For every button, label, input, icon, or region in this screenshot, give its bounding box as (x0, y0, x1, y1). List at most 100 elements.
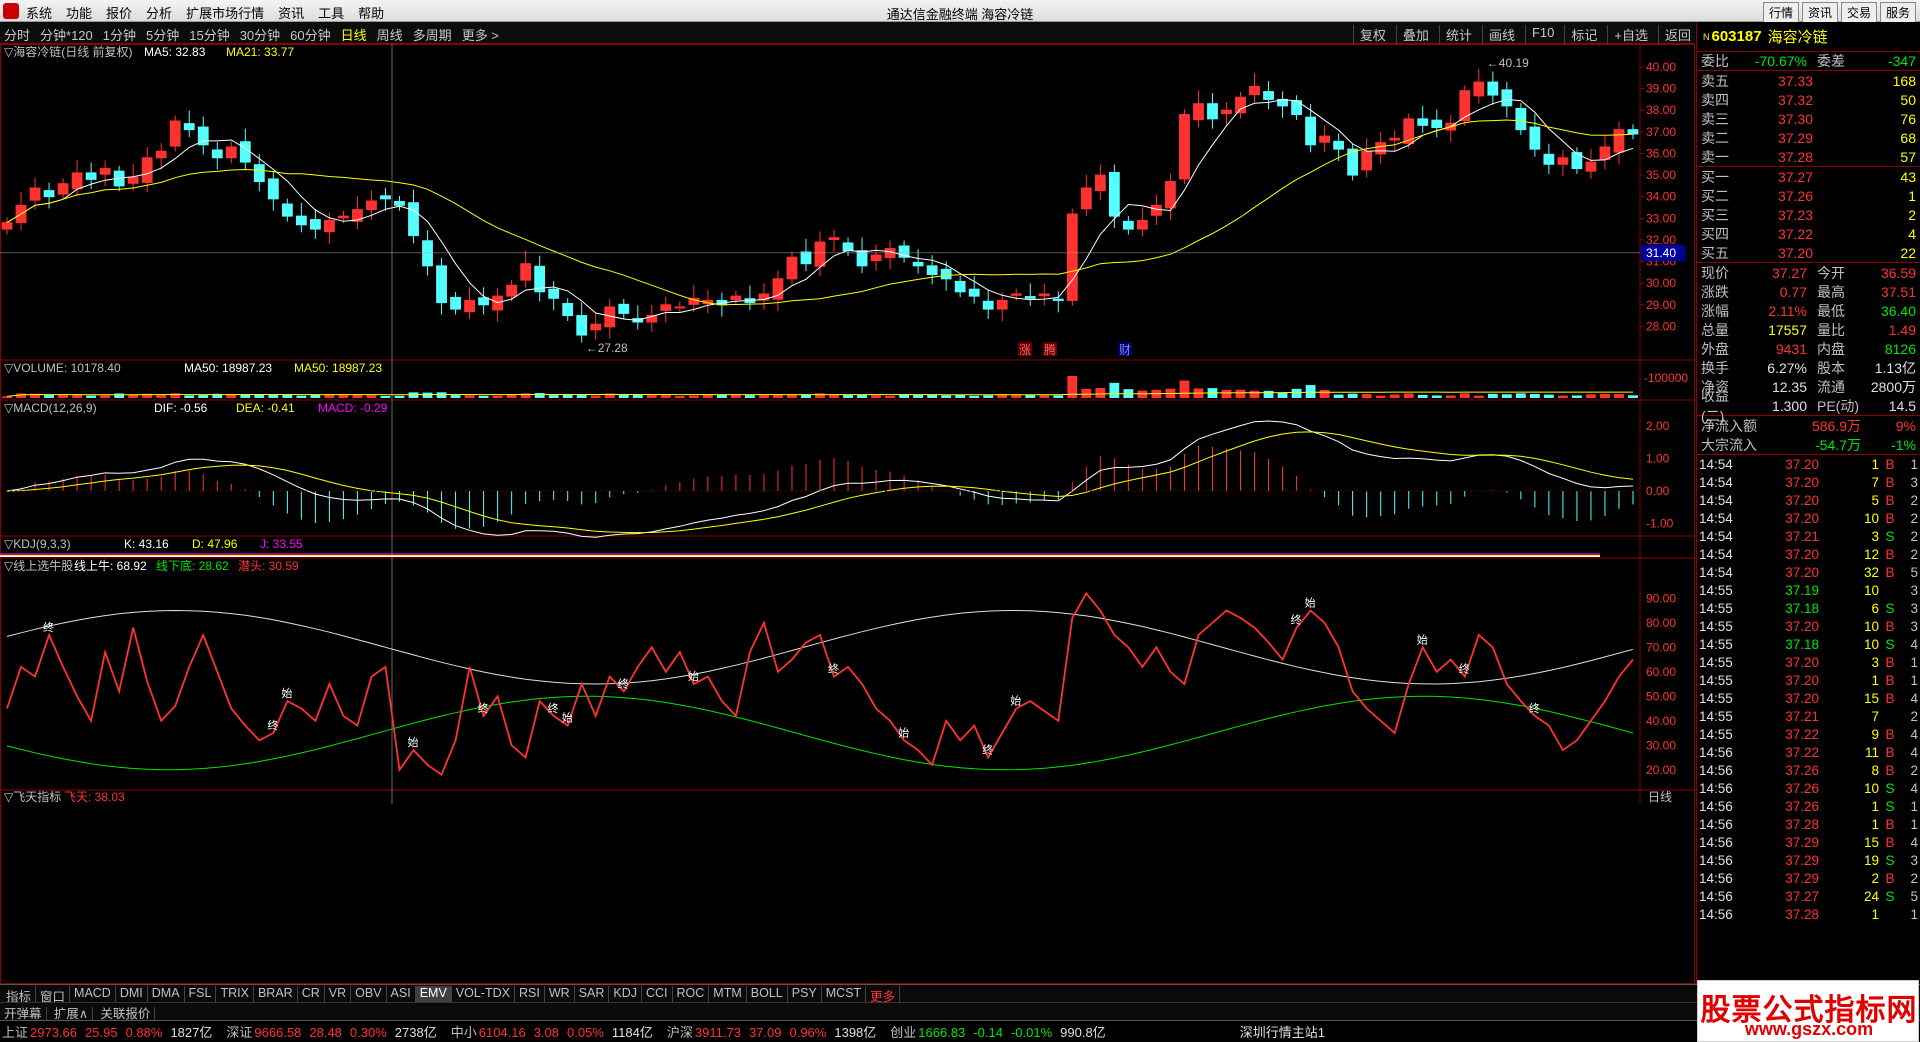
related-quote-button[interactable]: 关联报价 (96, 1007, 156, 1021)
indicator-value: MA21: 33.77 (226, 45, 294, 59)
extend-toggle[interactable]: 扩展∧ (49, 1007, 94, 1021)
candle-body (309, 219, 321, 230)
menu-item-help[interactable]: 帮助 (358, 3, 384, 22)
tick-direction: B (1885, 762, 1895, 778)
order-level[interactable]: 卖三 37.30 76 (1697, 109, 1920, 128)
tick-direction: B (1885, 618, 1895, 634)
panel-title[interactable]: ▽飞天指标 (4, 789, 61, 804)
index-quote[interactable]: 中小 6104.16 3.08 0.05% 1184亿 (451, 1022, 653, 1041)
candle-body (211, 149, 223, 159)
tick-volume: 10 (1863, 780, 1879, 796)
volume-bar (1586, 394, 1596, 398)
volume-bar (730, 394, 741, 398)
order-level[interactable]: 卖一 37.28 57 (1697, 147, 1920, 166)
period-tab[interactable]: 5分钟 (146, 25, 179, 44)
candle-body (1417, 118, 1429, 126)
candle-body (478, 297, 489, 306)
period-tab[interactable]: 分钟*120 (40, 25, 93, 44)
volume-bar (352, 395, 363, 398)
panel-title[interactable]: ▽MACD(12,26,9) (4, 401, 97, 415)
chart-tool-button[interactable]: 统计 (1438, 25, 1472, 44)
order-level[interactable]: 卖二 37.29 68 (1697, 128, 1920, 147)
volume-bar (885, 395, 895, 398)
index-quote[interactable]: 上证 2973.66 25.95 0.88% 1827亿 (2, 1022, 212, 1041)
chart-tool-button[interactable]: 叠加 (1395, 25, 1429, 44)
chart-tool-button[interactable]: +自选 (1607, 25, 1648, 44)
tick-list[interactable]: 14:54 37.20 1 B 1 14:54 37.20 7 B 3 14:54 37.20 5 B 2 1… (1697, 455, 1920, 923)
period-tab[interactable]: 30分钟 (240, 25, 280, 44)
chart-tool-button[interactable]: 复权 (1352, 25, 1386, 44)
menu-item-analysis[interactable]: 分析 (146, 3, 172, 22)
candle-body (464, 299, 475, 313)
volume-bar (773, 394, 783, 398)
candle-body (1557, 157, 1569, 165)
menu-item-function[interactable]: 功能 (66, 3, 92, 22)
menu-item-quote[interactable]: 报价 (106, 3, 132, 22)
period-tab[interactable]: 60分钟 (290, 25, 330, 44)
period-tab[interactable]: 1分钟 (103, 25, 136, 44)
stat-label-2: PE(动) (1817, 397, 1859, 414)
level-volume: 68 (1900, 129, 1916, 146)
chart-tool-button[interactable]: 返回 (1657, 25, 1691, 44)
market-button[interactable]: 行情 (1762, 2, 1799, 23)
panel-title[interactable]: ▽KDJ(9,3,3) (4, 537, 71, 551)
danmaku-toggle[interactable]: 开弹幕 (0, 1007, 47, 1021)
volume-bar (408, 392, 419, 398)
service-button[interactable]: 服务 (1879, 2, 1916, 23)
candle-body (1613, 129, 1625, 153)
info-button[interactable]: 资讯 (1801, 2, 1838, 23)
tick-time: 14:54 (1699, 510, 1733, 526)
menu-item-tools[interactable]: 工具 (318, 3, 344, 22)
window-title: 通达信金融终端 海容冷链 (886, 7, 1034, 22)
chart-tool-button[interactable]: 标记 (1564, 25, 1597, 44)
order-level[interactable]: 买四 37.22 4 (1697, 224, 1920, 243)
order-level[interactable]: 卖四 37.32 50 (1697, 90, 1920, 109)
period-tab[interactable]: 多周期 (413, 25, 452, 44)
order-level[interactable]: 买一 37.27 43 (1697, 167, 1920, 186)
period-tab[interactable]: 15分钟 (189, 25, 229, 44)
app-logo-icon (3, 3, 19, 19)
index-quote[interactable]: 沪深 3911.73 37.09 0.96% 1398亿 (667, 1022, 876, 1041)
chart-tool-button[interactable]: 画线 (1481, 25, 1515, 44)
niu-signal-mark: 始 (898, 725, 909, 739)
menu-item-news[interactable]: 资讯 (278, 3, 304, 22)
period-tab[interactable]: 更多 > (462, 25, 499, 44)
candle-body (141, 157, 153, 183)
tick-row: 14:55 37.18 6 S 3 (1697, 599, 1920, 617)
menu-item-system[interactable]: 系统 (26, 3, 52, 22)
order-level[interactable]: 卖五 37.33 168 (1697, 71, 1920, 90)
chart-tool-button[interactable]: F10 (1524, 25, 1554, 44)
period-tab[interactable]: 日线 (341, 25, 367, 44)
macd-axis-label: -1.00 (1646, 517, 1674, 531)
price-axis-label: 32.00 (1646, 233, 1676, 247)
order-level[interactable]: 买二 37.26 1 (1697, 186, 1920, 205)
period-tab[interactable]: 周线 (377, 25, 403, 44)
tick-volume: 19 (1863, 852, 1879, 868)
tick-count: 2 (1910, 510, 1918, 526)
index-quote[interactable]: 创业 1666.83 -0.14 -0.01% 990.8亿 (890, 1022, 1105, 1041)
order-level[interactable]: 买三 37.23 2 (1697, 205, 1920, 224)
period-tab[interactable]: 分时 (4, 25, 30, 44)
level-volume: 168 (1892, 72, 1916, 89)
panel-title[interactable]: ▽海容冷链(日线 前复权) (4, 44, 133, 59)
panel-title[interactable]: ▽线上选牛股 (4, 558, 73, 573)
index-change: 3.08 (533, 1025, 560, 1040)
panel-legend: ▽线上选牛股 线上牛: 68.92 线下底: 28.62 潜头: 30.59 (4, 558, 299, 573)
level-volume: 1 (1908, 187, 1916, 204)
kline-chart[interactable]: 40.00 39.00 38.00 37.00 36.00 35.00 34.00 33.00… (0, 44, 1695, 984)
index-quote[interactable]: 深证 9666.58 28.48 0.30% 2738亿 (226, 1022, 436, 1041)
index-name: 上证 (2, 1025, 29, 1040)
tick-row: 14:55 37.18 10 S 4 (1697, 635, 1920, 653)
index-price: 3911.73 (694, 1025, 741, 1040)
panel-title[interactable]: ▽VOLUME: 10178.40 (4, 361, 121, 375)
order-level[interactable]: 买五 37.20 22 (1697, 243, 1920, 262)
volume-bar (829, 395, 839, 398)
tick-count: 4 (1910, 780, 1918, 796)
volume-bar (366, 395, 377, 398)
chart-area[interactable]: 40.00 39.00 38.00 37.00 36.00 35.00 34.00 33.00… (0, 44, 1695, 984)
trade-button[interactable]: 交易 (1840, 2, 1877, 23)
tick-count: 5 (1910, 888, 1918, 904)
menu-item-extended-market[interactable]: 扩展市场行情 (186, 3, 264, 22)
tick-direction: B (1885, 492, 1895, 508)
niu-signal-mark: 终 (267, 718, 278, 732)
